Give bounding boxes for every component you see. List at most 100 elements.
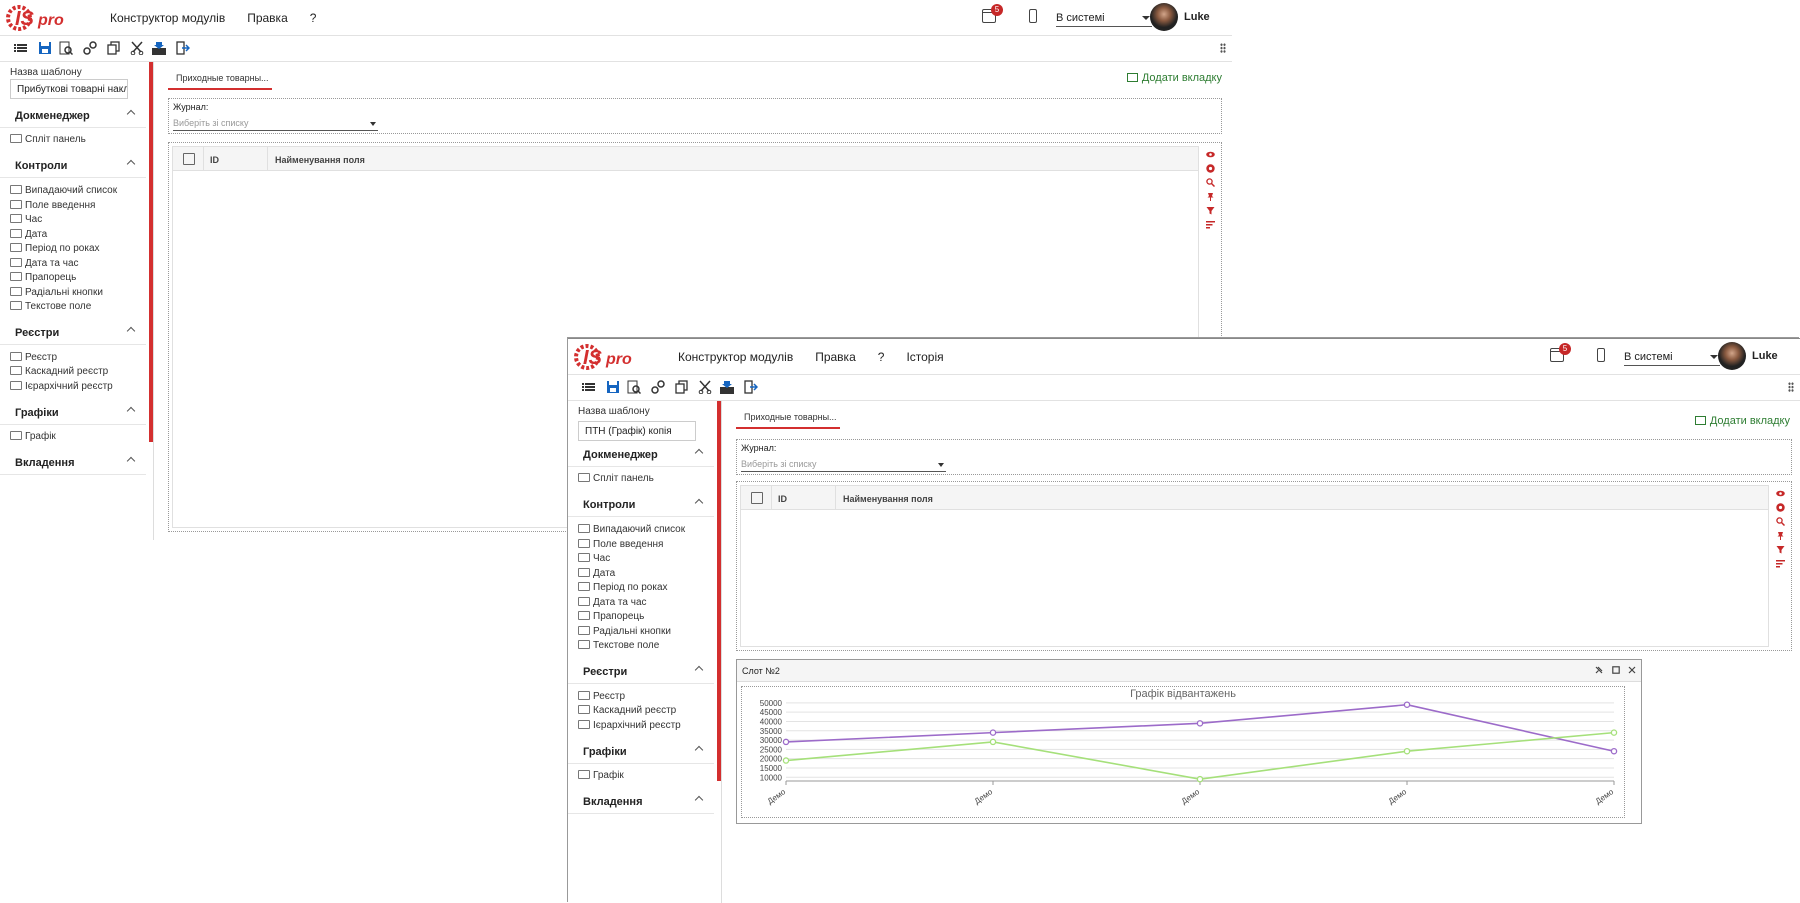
- group-registers[interactable]: Реєстри: [0, 321, 146, 345]
- add-tab-button[interactable]: Додати вкладку: [1126, 72, 1222, 84]
- col-field-name[interactable]: Найменування поля: [843, 494, 933, 504]
- col-id[interactable]: ID: [778, 494, 787, 504]
- menu-help[interactable]: ?: [310, 11, 317, 25]
- cut-icon[interactable]: [698, 380, 712, 394]
- status-select[interactable]: В системі: [1624, 348, 1720, 366]
- settings-icon[interactable]: [1776, 503, 1785, 512]
- exit-icon[interactable]: [176, 41, 190, 55]
- component-split-panel[interactable]: Спліт панель: [578, 473, 654, 484]
- save-icon[interactable]: [38, 41, 52, 55]
- component-cascade-register[interactable]: Каскадний реєстр: [10, 366, 108, 377]
- sidebar-scrollbar[interactable]: [149, 62, 153, 442]
- group-registers[interactable]: Реєстри: [568, 660, 714, 684]
- copy-icon[interactable]: [107, 41, 121, 55]
- save-icon[interactable]: [606, 380, 620, 394]
- group-controls[interactable]: Контроли: [568, 493, 714, 517]
- eye-icon[interactable]: [1776, 489, 1785, 498]
- chevron-up-icon[interactable]: [126, 406, 136, 416]
- drag-handle-icon[interactable]: [1788, 382, 1794, 392]
- component-hierarchy-register[interactable]: Ієрархічний реєстр: [578, 720, 681, 731]
- template-name-input[interactable]: Прибуткові товарні накл: [10, 79, 128, 99]
- chevron-up-icon[interactable]: [126, 159, 136, 169]
- preview-icon[interactable]: [59, 41, 73, 55]
- avatar[interactable]: [1718, 342, 1746, 370]
- component-dropdown[interactable]: Випадаючий список: [10, 185, 117, 196]
- component-chart[interactable]: Графік: [578, 770, 624, 781]
- calendar-icon[interactable]: 5: [1550, 343, 1571, 362]
- search-icon[interactable]: [1206, 178, 1215, 187]
- component-time[interactable]: Час: [10, 214, 42, 225]
- move-down-icon[interactable]: [720, 380, 734, 394]
- settings-icon[interactable]: [1206, 164, 1215, 173]
- list-icon[interactable]: [14, 41, 28, 55]
- user-name[interactable]: Luke: [1752, 350, 1778, 362]
- chevron-up-icon[interactable]: [694, 498, 704, 508]
- component-split-panel[interactable]: Спліт панель: [10, 134, 86, 145]
- component-input[interactable]: Поле введення: [578, 539, 663, 550]
- drag-handle-icon[interactable]: [1220, 43, 1226, 53]
- sidebar-scrollbar[interactable]: [717, 401, 721, 781]
- sort-icon[interactable]: [1206, 220, 1215, 229]
- pin-icon[interactable]: [1206, 192, 1215, 201]
- component-datetime[interactable]: Дата та час: [578, 597, 647, 608]
- tab-incoming-invoices[interactable]: Приходные товарны...: [168, 68, 272, 90]
- move-down-icon[interactable]: [152, 41, 166, 55]
- chevron-up-icon[interactable]: [694, 665, 704, 675]
- group-attachments[interactable]: Вкладення: [568, 790, 714, 814]
- col-id[interactable]: ID: [210, 155, 219, 165]
- group-docmanager[interactable]: Докменеджер: [568, 443, 714, 467]
- component-register[interactable]: Реєстр: [10, 352, 57, 363]
- component-cascade-register[interactable]: Каскадний реєстр: [578, 705, 676, 716]
- list-icon[interactable]: [582, 380, 596, 394]
- component-date[interactable]: Дата: [10, 229, 47, 240]
- pin-icon[interactable]: [1776, 531, 1785, 540]
- chevron-up-icon[interactable]: [694, 795, 704, 805]
- preview-icon[interactable]: [627, 380, 641, 394]
- filter-icon[interactable]: [1776, 545, 1785, 554]
- avatar[interactable]: [1150, 3, 1178, 31]
- component-register[interactable]: Реєстр: [578, 691, 625, 702]
- group-controls[interactable]: Контроли: [0, 154, 146, 178]
- mobile-icon[interactable]: [1597, 348, 1605, 362]
- select-all-checkbox[interactable]: [183, 153, 195, 165]
- select-all-checkbox[interactable]: [751, 492, 763, 504]
- copy-icon[interactable]: [675, 380, 689, 394]
- mobile-icon[interactable]: [1029, 9, 1037, 23]
- group-attachments[interactable]: Вкладення: [0, 451, 146, 475]
- component-date[interactable]: Дата: [578, 568, 615, 579]
- component-input[interactable]: Поле введення: [10, 200, 95, 211]
- menu-edit[interactable]: Правка: [815, 350, 856, 364]
- eye-icon[interactable]: [1206, 150, 1215, 159]
- exit-icon[interactable]: [744, 380, 758, 394]
- user-name[interactable]: Luke: [1184, 11, 1210, 23]
- calendar-icon[interactable]: 5: [982, 4, 1003, 23]
- component-checkbox[interactable]: Прапорець: [578, 611, 644, 622]
- menu-edit[interactable]: Правка: [247, 11, 288, 25]
- component-dropdown[interactable]: Випадаючий список: [578, 524, 685, 535]
- component-textarea[interactable]: Текстове поле: [578, 640, 659, 651]
- tab-incoming-invoices[interactable]: Приходные товарны...: [736, 407, 840, 429]
- link-icon[interactable]: [83, 41, 97, 55]
- link-icon[interactable]: [651, 380, 665, 394]
- component-year-period[interactable]: Період по роках: [578, 582, 668, 593]
- status-select[interactable]: В системі: [1056, 9, 1152, 27]
- component-time[interactable]: Час: [578, 553, 610, 564]
- add-tab-button[interactable]: Додати вкладку: [1694, 415, 1790, 427]
- col-field-name[interactable]: Найменування поля: [275, 155, 365, 165]
- menu-help[interactable]: ?: [878, 350, 885, 364]
- chevron-up-icon[interactable]: [694, 448, 704, 458]
- menu-module-constructor[interactable]: Конструктор модулів: [110, 11, 225, 25]
- chevron-up-icon[interactable]: [126, 109, 136, 119]
- chevron-up-icon[interactable]: [694, 745, 704, 755]
- component-radio[interactable]: Радіальні кнопки: [578, 626, 671, 637]
- group-charts[interactable]: Графіки: [568, 740, 714, 764]
- search-icon[interactable]: [1776, 517, 1785, 526]
- component-hierarchy-register[interactable]: Ієрархічний реєстр: [10, 381, 113, 392]
- template-name-input[interactable]: ПТН (Графік) копія: [578, 421, 696, 441]
- filter-icon[interactable]: [1206, 206, 1215, 215]
- component-year-period[interactable]: Період по роках: [10, 243, 100, 254]
- group-charts[interactable]: Графіки: [0, 401, 146, 425]
- menu-history[interactable]: Історія: [906, 350, 943, 364]
- component-textarea[interactable]: Текстове поле: [10, 301, 91, 312]
- unpin-icon[interactable]: [1595, 666, 1603, 674]
